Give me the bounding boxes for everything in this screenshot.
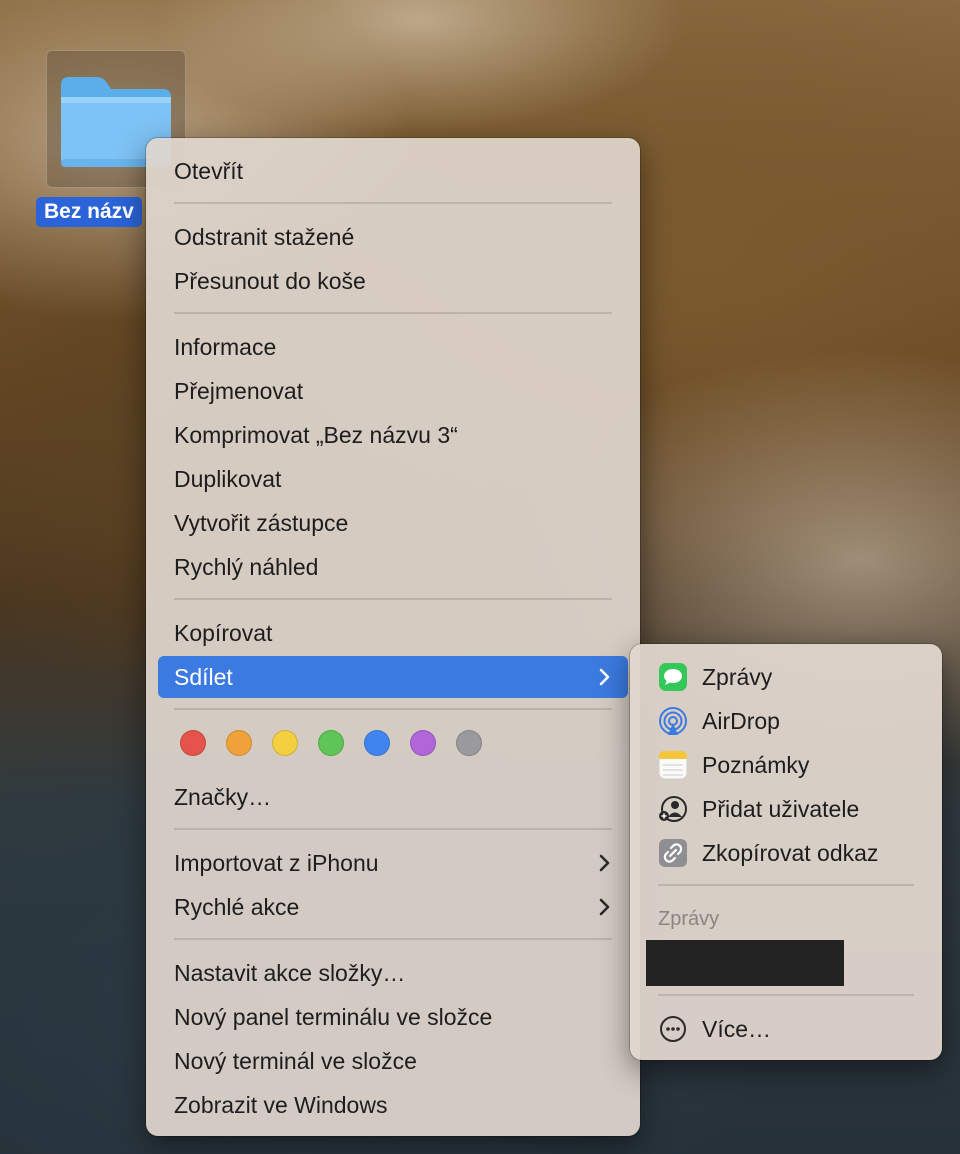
menu-item-new-terminal[interactable]: Nový terminál ve složce: [158, 1040, 628, 1082]
context-menu: Otevřít Odstranit stažené Přesunout do k…: [146, 138, 640, 1136]
notes-icon: [658, 750, 688, 780]
menu-item-quick-actions-label: Rychlé akce: [174, 894, 300, 920]
menu-item-new-terminal-tab[interactable]: Nový panel terminálu ve složce: [158, 996, 628, 1038]
chevron-right-icon: [598, 842, 612, 884]
submenu-separator: [658, 884, 914, 886]
menu-item-rename[interactable]: Přejmenovat: [158, 370, 628, 412]
submenu-separator: [658, 994, 914, 996]
share-item-more-label: Více…: [702, 1015, 772, 1042]
menu-item-compress[interactable]: Komprimovat „Bez názvu 3“: [158, 414, 628, 456]
share-item-notes-label: Poznámky: [702, 751, 810, 778]
tag-yellow[interactable]: [272, 730, 298, 756]
menu-item-import-iphone[interactable]: Importovat z iPhonu: [158, 842, 628, 884]
menu-separator: [174, 312, 612, 314]
menu-item-share[interactable]: Sdílet: [158, 656, 628, 698]
link-icon: [658, 838, 688, 868]
share-submenu: Zprávy AirDrop Poznámky Přidat uživatele…: [630, 644, 942, 1060]
menu-item-quick-actions[interactable]: Rychlé akce: [158, 886, 628, 928]
chevron-right-icon: [598, 886, 612, 928]
menu-separator: [174, 708, 612, 710]
share-item-messages-label: Zprávy: [702, 663, 773, 690]
tag-gray[interactable]: [456, 730, 482, 756]
menu-item-duplicate[interactable]: Duplikovat: [158, 458, 628, 500]
tag-orange[interactable]: [226, 730, 252, 756]
chevron-right-icon: [598, 656, 612, 698]
menu-separator: [174, 938, 612, 940]
messages-icon: [658, 662, 688, 692]
share-item-notes[interactable]: Poznámky: [658, 745, 809, 785]
menu-item-remove-download[interactable]: Odstranit stažené: [158, 216, 628, 258]
tag-purple[interactable]: [410, 730, 436, 756]
desktop-folder-label[interactable]: Bez názv: [36, 197, 142, 227]
add-person-icon: [658, 794, 688, 824]
menu-item-show-in-windows[interactable]: Zobrazit ve Windows: [158, 1084, 628, 1126]
share-item-copy-link[interactable]: Zkopírovat odkaz: [658, 833, 878, 873]
share-item-add-people[interactable]: Přidat uživatele: [658, 789, 859, 829]
share-item-messages[interactable]: Zprávy: [658, 657, 772, 697]
menu-item-open[interactable]: Otevřít: [158, 150, 628, 192]
menu-item-quick-look[interactable]: Rychlý náhled: [158, 546, 628, 588]
tag-green[interactable]: [318, 730, 344, 756]
more-icon: [658, 1014, 688, 1044]
share-item-airdrop[interactable]: AirDrop: [658, 701, 780, 741]
share-item-copy-link-label: Zkopírovat odkaz: [702, 839, 879, 866]
menu-item-folder-actions[interactable]: Nastavit akce složky…: [158, 952, 628, 994]
menu-separator: [174, 828, 612, 830]
redacted-contact[interactable]: [646, 940, 844, 986]
menu-item-move-to-trash[interactable]: Přesunout do koše: [158, 260, 628, 302]
share-item-more[interactable]: Více…: [658, 1009, 771, 1049]
tag-blue[interactable]: [364, 730, 390, 756]
share-item-airdrop-label: AirDrop: [702, 707, 780, 734]
share-item-add-people-label: Přidat uživatele: [702, 795, 860, 822]
menu-separator: [174, 598, 612, 600]
menu-item-import-iphone-label: Importovat z iPhonu: [174, 850, 379, 876]
menu-item-share-label: Sdílet: [174, 664, 233, 690]
submenu-section-header: Zprávy: [658, 908, 720, 930]
tag-red[interactable]: [180, 730, 206, 756]
menu-item-tags[interactable]: Značky…: [158, 776, 628, 818]
menu-separator: [174, 202, 612, 204]
airdrop-icon: [658, 706, 688, 736]
menu-item-make-alias[interactable]: Vytvořit zástupce: [158, 502, 628, 544]
tag-color-row: [180, 730, 482, 756]
menu-item-copy[interactable]: Kopírovat: [158, 612, 628, 654]
menu-item-get-info[interactable]: Informace: [158, 326, 628, 368]
